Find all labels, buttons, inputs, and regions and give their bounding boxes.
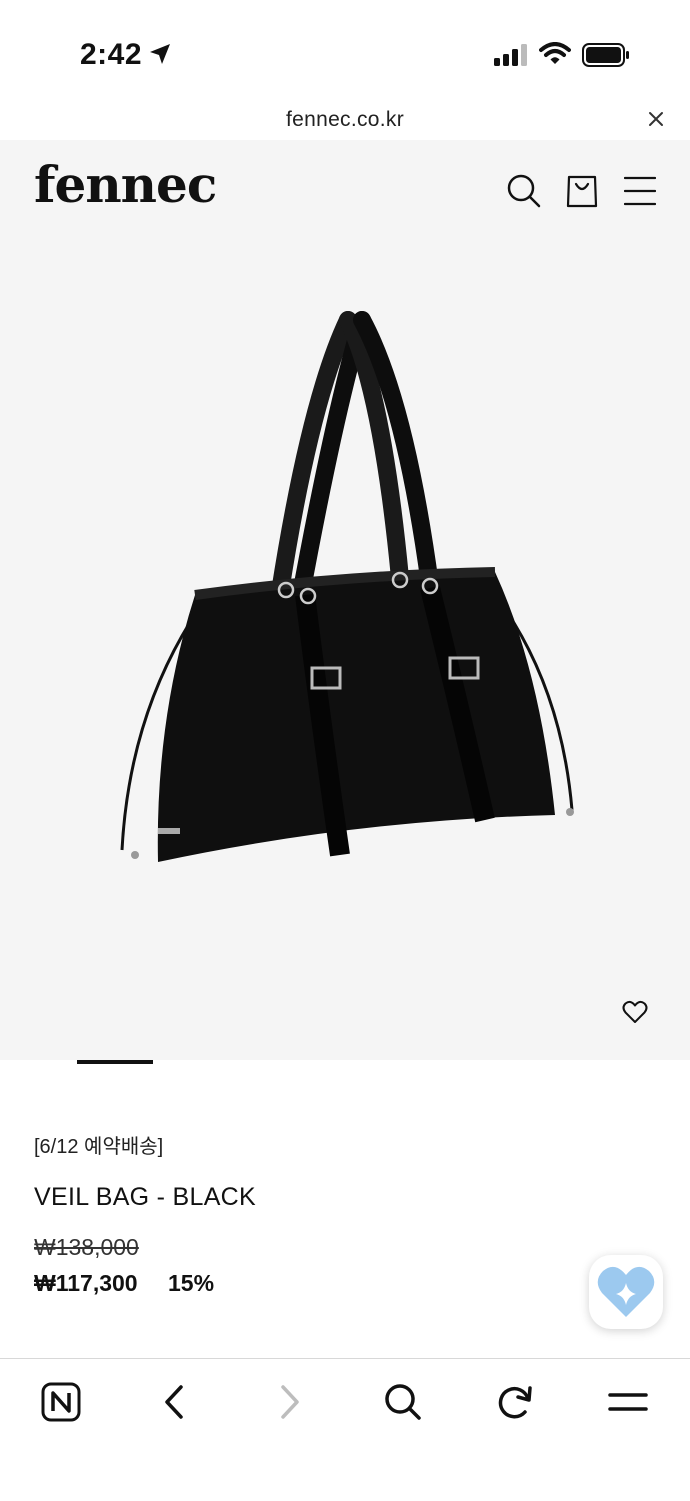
url-text[interactable]: fennec.co.kr	[0, 108, 690, 132]
wifi-icon	[539, 42, 571, 71]
sale-price: ₩117,300	[34, 1270, 138, 1296]
chat-button[interactable]	[589, 1255, 663, 1329]
pre-order-label: [6/12 예약배송]	[34, 1136, 164, 1158]
forward-icon[interactable]	[266, 1379, 316, 1429]
heart-icon[interactable]	[622, 1000, 648, 1029]
product-name: VEIL BAG - BLACK	[34, 1183, 257, 1211]
battery-icon	[582, 43, 630, 72]
product-gallery[interactable]: fennec	[0, 140, 690, 1060]
product-image[interactable]	[100, 310, 600, 875]
site-logo[interactable]: fennec	[34, 155, 217, 214]
shopping-bag-icon[interactable]	[565, 173, 599, 214]
menu-icon[interactable]	[606, 1379, 656, 1429]
naver-home-icon[interactable]	[38, 1379, 88, 1429]
gallery-indicator	[77, 1060, 153, 1064]
original-price: ₩138,000	[34, 1234, 139, 1260]
url-bar[interactable]: fennec.co.kr	[0, 100, 690, 140]
reload-icon[interactable]	[492, 1379, 542, 1429]
location-arrow-icon	[148, 42, 172, 71]
search-icon[interactable]	[506, 173, 542, 214]
browser-toolbar	[0, 1358, 690, 1501]
heart-chat-icon	[597, 1266, 655, 1317]
status-bar: 2:42	[0, 0, 690, 100]
status-time: 2:42	[80, 38, 143, 71]
signal-icon	[494, 44, 528, 71]
close-icon[interactable]	[648, 111, 664, 132]
search-icon[interactable]	[380, 1379, 430, 1429]
back-icon[interactable]	[152, 1379, 202, 1429]
discount-rate: 15%	[168, 1270, 215, 1296]
menu-icon[interactable]	[623, 176, 657, 211]
